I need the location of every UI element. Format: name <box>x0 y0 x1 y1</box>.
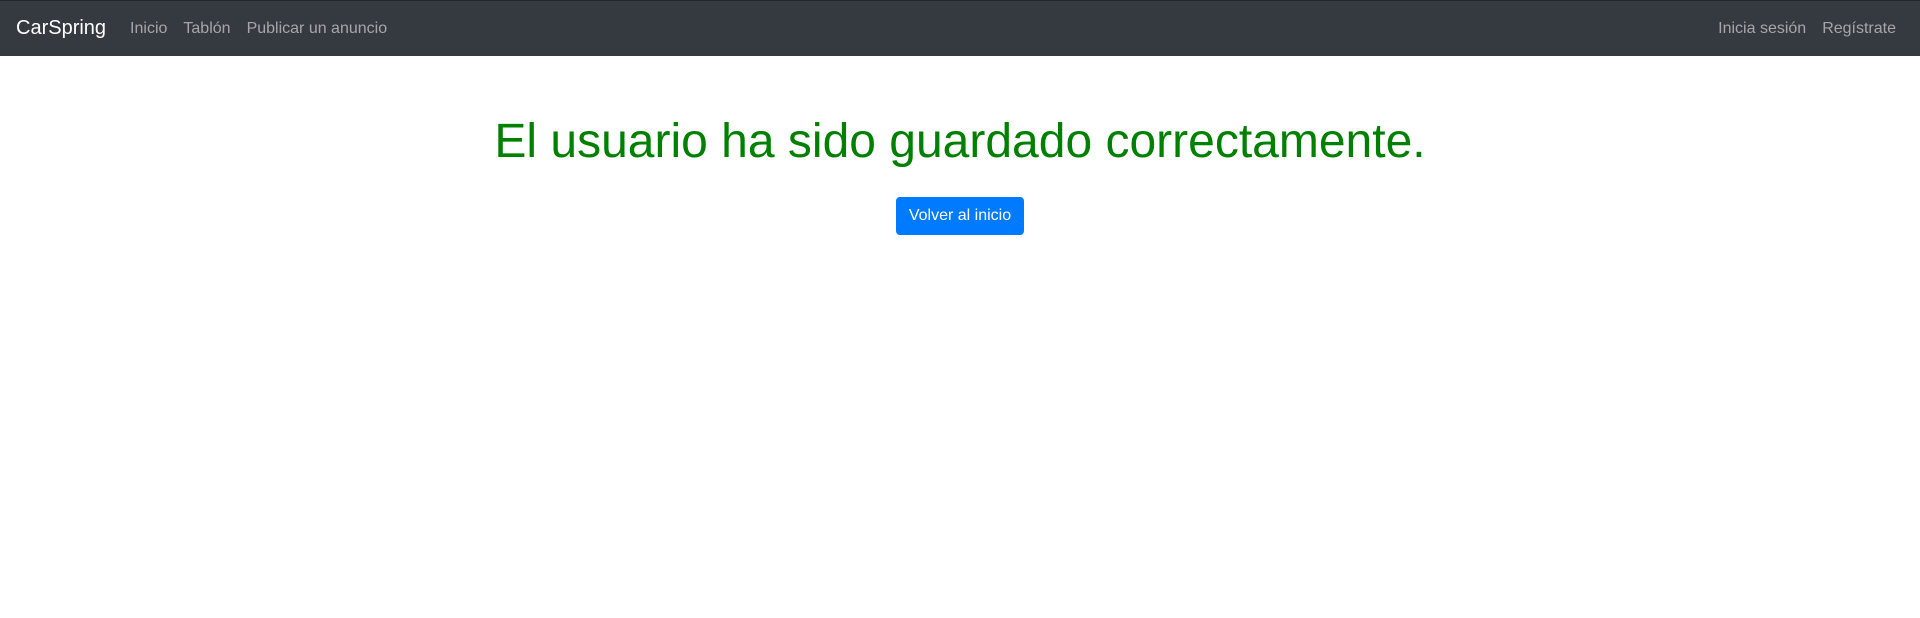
main-content: El usuario ha sido guardado correctament… <box>0 56 1920 618</box>
nav-link-registrate[interactable]: Regístrate <box>1822 20 1896 38</box>
nav-link-inicia-sesion[interactable]: Inicia sesión <box>1718 20 1806 38</box>
top-navbar: CarSpring Inicio Tablón Publicar un anun… <box>0 0 1920 56</box>
success-message: El usuario ha sido guardado correctament… <box>494 115 1426 168</box>
nav-link-inicio[interactable]: Inicio <box>130 20 167 38</box>
brand-link[interactable]: CarSpring <box>16 17 106 40</box>
navbar-right: Inicia sesión Regístrate <box>1718 20 1904 38</box>
back-to-home-button[interactable]: Volver al inicio <box>896 197 1024 235</box>
nav-link-tablon[interactable]: Tablón <box>183 20 230 38</box>
nav-link-publicar-anuncio[interactable]: Publicar un anuncio <box>247 20 388 38</box>
navbar-left: CarSpring Inicio Tablón Publicar un anun… <box>16 17 403 40</box>
